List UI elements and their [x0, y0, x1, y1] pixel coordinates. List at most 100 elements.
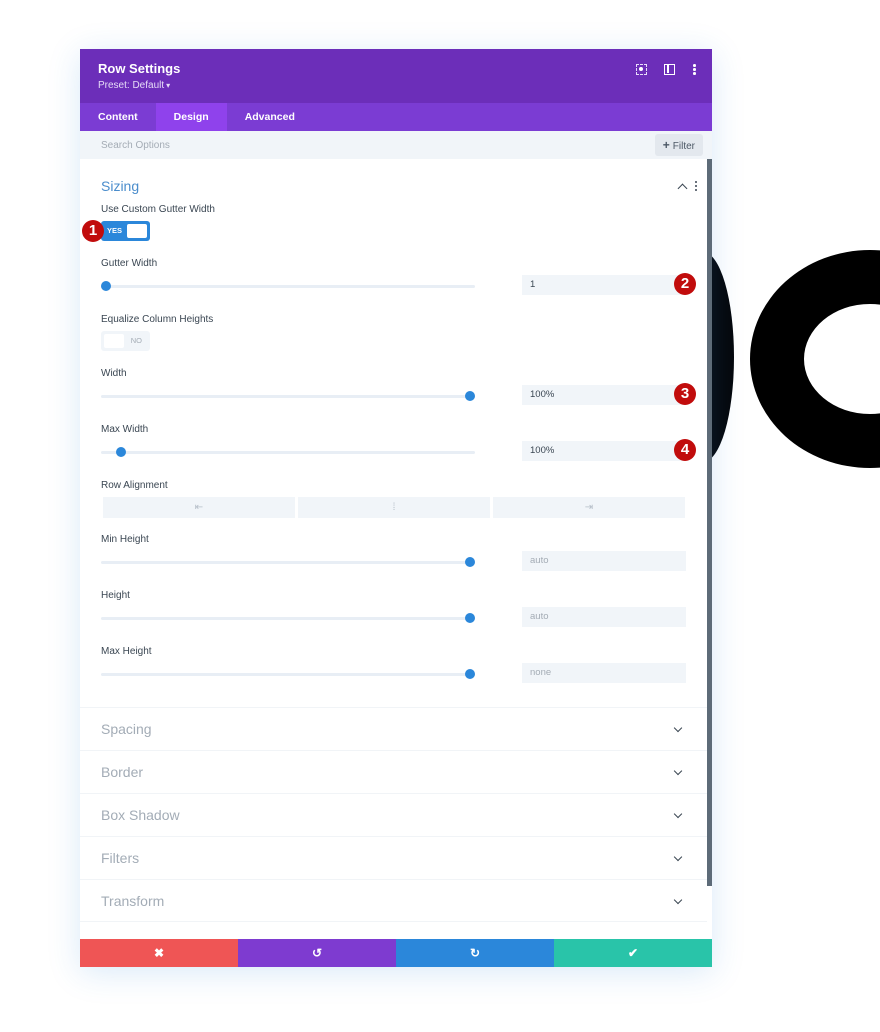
max-height-slider[interactable]	[101, 669, 475, 679]
align-center-button[interactable]: ⁞	[298, 497, 490, 518]
row-alignment-label: Row Alignment	[101, 480, 168, 491]
equalize-toggle[interactable]: NO	[101, 331, 150, 351]
align-left-button[interactable]: ⇤	[103, 497, 295, 518]
caret-down-icon: ▾	[166, 81, 171, 90]
width-input[interactable]: 100%	[522, 385, 686, 405]
slider-track	[101, 285, 475, 288]
align-right-icon: ⇥	[584, 502, 594, 513]
height-label: Height	[101, 590, 130, 601]
annotation-badge-1: 1	[82, 220, 104, 242]
align-center-icon: ⁞	[392, 502, 396, 513]
width-label: Width	[101, 368, 127, 379]
section-transform[interactable]: Transform	[80, 879, 707, 922]
section-label: Border	[101, 764, 144, 780]
chevron-down-icon	[673, 723, 683, 732]
plus-icon: +	[662, 138, 670, 152]
background-letter-partial	[712, 252, 734, 462]
max-height-label: Max Height	[101, 646, 152, 657]
save-button[interactable]: ✔	[554, 939, 712, 967]
slider-thumb[interactable]	[465, 669, 475, 679]
background-text-letters	[712, 230, 880, 490]
slider-thumb[interactable]	[101, 281, 111, 291]
preset-label: Preset: Default	[98, 80, 165, 91]
check-icon: ✔	[627, 946, 639, 960]
preset-dropdown[interactable]: Preset: Default ▾	[98, 80, 694, 91]
toggle-knob	[127, 224, 147, 238]
filter-button[interactable]: + Filter	[654, 134, 703, 156]
min-height-slider[interactable]	[101, 557, 475, 567]
filter-label: Filter	[672, 141, 695, 152]
min-height-input[interactable]: auto	[522, 551, 686, 571]
split-view-icon[interactable]	[664, 63, 675, 75]
slider-thumb[interactable]	[115, 447, 126, 457]
toggle-state: YES	[107, 226, 123, 235]
section-spacing[interactable]: Spacing	[80, 707, 707, 750]
section-label: Spacing	[101, 721, 152, 737]
gutter-width-label: Gutter Width	[101, 258, 158, 269]
slider-thumb[interactable]	[465, 557, 475, 567]
annotation-badge-3: 3	[674, 383, 696, 405]
tab-advanced[interactable]: Advanced	[227, 103, 313, 131]
custom-gutter-label: Use Custom Gutter Width	[101, 204, 215, 215]
chevron-down-icon	[673, 895, 683, 904]
row-settings-modal: Row Settings Preset: Default ▾ Content De…	[80, 49, 712, 967]
annotation-badge-4: 4	[674, 439, 696, 461]
annotation-badge-2: 2	[674, 273, 696, 295]
slider-track	[101, 395, 475, 398]
row-alignment-group: ⇤ ⁞ ⇥	[103, 497, 685, 518]
tab-content[interactable]: Content	[80, 103, 156, 131]
section-label: Filters	[101, 850, 140, 866]
section-options-icon[interactable]	[695, 181, 698, 191]
gutter-width-input[interactable]: 1	[522, 275, 686, 295]
toggle-knob	[104, 334, 124, 348]
max-width-input[interactable]: 100%	[522, 441, 686, 461]
align-right-button[interactable]: ⇥	[493, 497, 685, 518]
toggle-state: NO	[130, 336, 142, 345]
slider-track	[101, 673, 475, 676]
section-border[interactable]: Border	[80, 750, 707, 793]
modal-title: Row Settings	[98, 61, 181, 76]
slider-track	[101, 451, 475, 454]
slider-track	[101, 561, 475, 564]
max-width-label: Max Width	[101, 424, 149, 435]
settings-content: Sizing Use Custom Gutter Width YES 1 Gut…	[80, 159, 712, 952]
slider-track	[101, 617, 475, 620]
slider-thumb[interactable]	[465, 613, 475, 623]
max-width-slider[interactable]	[101, 447, 475, 457]
redo-button[interactable]: ↻	[396, 939, 554, 967]
width-slider[interactable]	[101, 391, 475, 401]
chevron-down-icon	[673, 852, 683, 861]
height-input[interactable]: auto	[522, 607, 686, 627]
min-height-label: Min Height	[101, 534, 149, 545]
cancel-button[interactable]: ✖	[80, 939, 238, 967]
align-left-icon: ⇤	[194, 502, 204, 513]
tab-bar: Content Design Advanced	[80, 103, 712, 131]
custom-gutter-toggle[interactable]: YES	[101, 221, 150, 241]
section-box-shadow[interactable]: Box Shadow	[80, 793, 707, 836]
modal-header: Row Settings Preset: Default ▾	[80, 49, 712, 103]
height-slider[interactable]	[101, 613, 475, 623]
search-input[interactable]: Search Options	[101, 140, 170, 151]
scrollbar[interactable]	[707, 159, 712, 886]
chevron-up-icon[interactable]	[677, 183, 688, 193]
gutter-width-slider[interactable]	[101, 281, 475, 291]
modal-footer: ✖ ↺ ↻ ✔	[80, 939, 712, 967]
section-label: Box Shadow	[101, 807, 180, 823]
tab-design[interactable]: Design	[155, 103, 227, 131]
section-header-sizing[interactable]: Sizing	[80, 159, 712, 199]
max-height-input[interactable]: none	[522, 663, 686, 683]
redo-icon: ↻	[469, 946, 481, 960]
expand-icon[interactable]	[636, 63, 647, 75]
section-title: Sizing	[101, 178, 140, 194]
background-letter-o	[750, 250, 880, 468]
close-icon: ✖	[153, 946, 165, 960]
section-label: Transform	[101, 893, 165, 909]
equalize-label: Equalize Column Heights	[101, 314, 214, 325]
section-filters[interactable]: Filters	[80, 836, 707, 879]
undo-button[interactable]: ↺	[238, 939, 396, 967]
undo-icon: ↺	[311, 946, 323, 960]
slider-thumb[interactable]	[465, 391, 475, 401]
more-options-icon[interactable]	[692, 63, 696, 75]
chevron-down-icon	[673, 766, 683, 775]
search-bar: Search Options + Filter	[80, 131, 712, 159]
